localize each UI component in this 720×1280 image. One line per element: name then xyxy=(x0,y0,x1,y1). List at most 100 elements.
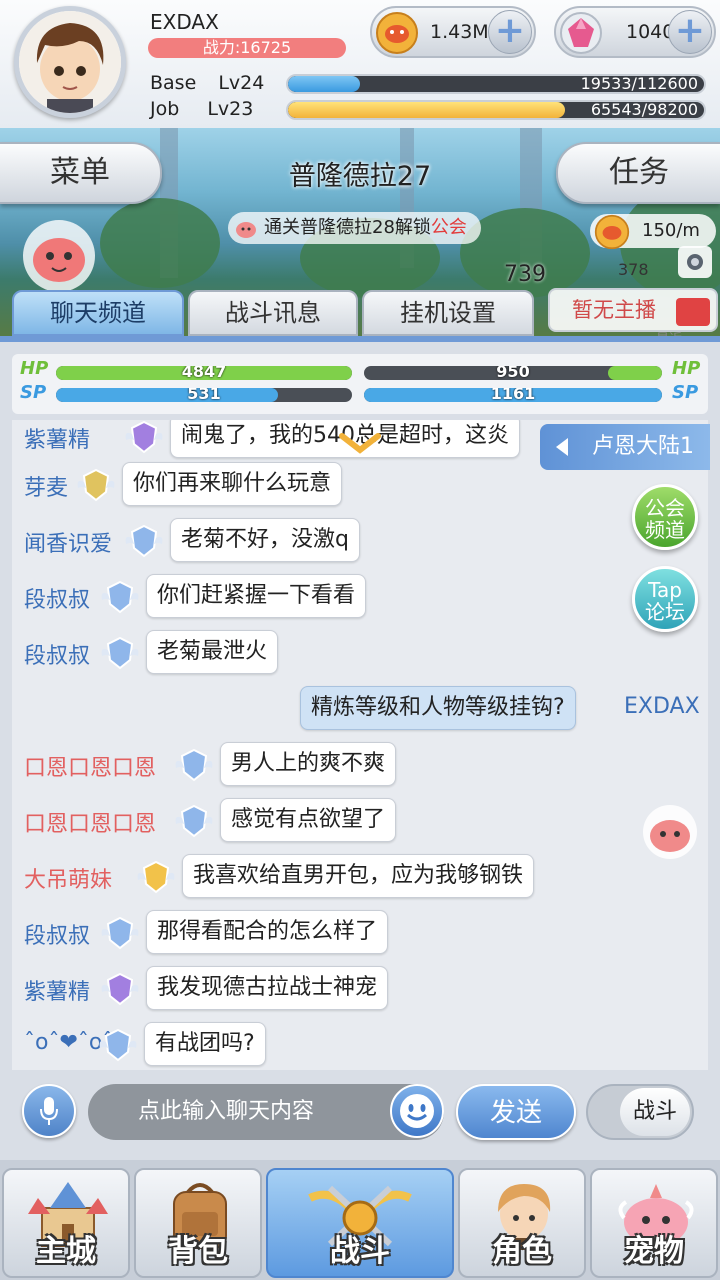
streamer-button[interactable]: 暂无主播 最近 xyxy=(548,288,718,338)
enemy-hp-value: 950 xyxy=(496,366,530,380)
add-coins-button[interactable]: + xyxy=(488,10,532,54)
base-exp-text: 19533/112600 xyxy=(580,74,698,93)
emoji-button[interactable] xyxy=(390,1084,444,1138)
job-label: Job xyxy=(150,98,180,120)
chat-message[interactable]: 段叔叔 你们赶紧握一下看看 xyxy=(24,574,696,618)
map-name: 普隆德拉27 xyxy=(288,161,432,192)
chat-sender-name[interactable]: 闻香识爱 xyxy=(24,526,112,558)
nav-pet[interactable]: 宠物 xyxy=(590,1168,718,1278)
chat-sender-name[interactable]: 口恩口恩口恩 xyxy=(24,806,156,838)
tab-chat[interactable]: 聊天频道 xyxy=(12,290,184,336)
vip-badge-icon xyxy=(77,468,115,502)
chat-sender-name[interactable]: 段叔叔 xyxy=(24,918,90,950)
kill-count: 739 xyxy=(504,262,546,287)
chat-message-text: 有战团吗? xyxy=(144,1022,266,1066)
floating-poring-icon[interactable] xyxy=(640,804,700,860)
chat-message[interactable]: 紫薯精 我发现德古拉战士神宠 xyxy=(24,966,696,1010)
send-button[interactable]: 发送 xyxy=(456,1084,576,1140)
vip-badge-icon xyxy=(137,860,175,894)
coin-icon xyxy=(594,214,630,250)
nav-character-label: 角色 xyxy=(492,1234,552,1269)
chat-sender-name[interactable]: 芽麦 xyxy=(24,470,68,502)
nav-main-city-label: 主城 xyxy=(36,1234,96,1269)
player-header: EXDAX 战力:16725 1.43M + 1040 + Base Lv24 … xyxy=(0,0,720,128)
player-hp-value: 4847 xyxy=(181,366,227,380)
menu-button[interactable]: 菜单 xyxy=(0,142,162,204)
coin-icon xyxy=(376,12,418,54)
nav-character[interactable]: 角色 xyxy=(458,1168,586,1278)
nav-backpack-label: 背包 xyxy=(168,1234,228,1269)
enemy-hp-bar: 950 xyxy=(364,366,662,380)
vip-badge-icon xyxy=(101,580,139,614)
task-button[interactable]: 任务 xyxy=(556,142,720,204)
player-sp-bar: 531 xyxy=(56,388,352,402)
chat-sender-name[interactable]: 段叔叔 xyxy=(24,582,90,614)
job-exp-bar: 65543/98200 xyxy=(286,100,706,120)
chat-message[interactable]: 段叔叔 老菊最泄火 xyxy=(24,630,696,674)
job-exp-fill xyxy=(288,102,566,118)
chat-sender-name[interactable]: 大吊萌妹 xyxy=(24,862,112,894)
chat-message[interactable]: 大吊萌妹 我喜欢给直男开包，应为我够钢铁 xyxy=(24,854,696,898)
chat-message-text: 我喜欢给直男开包，应为我够钢铁 xyxy=(182,854,535,898)
guild-channel-line2: 频道 xyxy=(645,518,685,542)
chat-message-text: 老菊不好，没激q xyxy=(170,518,360,562)
chat-sender-name[interactable]: 段叔叔 xyxy=(24,638,90,670)
battle-toggle[interactable]: 战斗 xyxy=(586,1084,694,1140)
chat-message-text: 感觉有点欲望了 xyxy=(220,798,397,842)
tap-forum-button[interactable]: Tap 论坛 xyxy=(632,566,698,632)
nav-backpack[interactable]: 背包 xyxy=(134,1168,262,1278)
guild-channel-button[interactable]: 公会 频道 xyxy=(632,484,698,550)
pet-poring-icon[interactable] xyxy=(14,214,104,294)
enemy-sp-bar: 1161 xyxy=(364,388,662,402)
nav-main-city[interactable]: 主城 xyxy=(2,1168,130,1278)
player-sp-value: 531 xyxy=(187,388,221,402)
unlock-hint: 通关普隆德拉28解锁公会 xyxy=(228,212,481,244)
chat-message[interactable]: 闻香识爱 老菊不好，没激q xyxy=(24,518,696,562)
party-status: HP SP 4847 531 950 1161 HP SP xyxy=(12,354,708,414)
sp-label-left: SP xyxy=(20,382,47,403)
base-label: Base xyxy=(150,72,197,94)
chat-list[interactable]: 紫薯精 闹鬼了，我的540总是超时，这炎 芽麦 你们再来聊什么玩意 闻香识爱 老菊不好，没… xyxy=(12,420,708,1070)
add-gems-button[interactable]: + xyxy=(668,10,712,54)
camera-icon[interactable] xyxy=(676,236,714,282)
chat-message[interactable]: 段叔叔 那得看配合的怎么样了 xyxy=(24,910,696,954)
tab-battle-log[interactable]: 战斗讯息 xyxy=(188,290,358,336)
hp-label-left: HP xyxy=(20,358,49,379)
nav-battle[interactable]: 战斗 xyxy=(266,1168,454,1278)
chat-sender-name[interactable]: 紫薯精 xyxy=(24,974,90,1006)
chat-message[interactable]: ˆoˆ❤ˆoˆ 有战团吗? xyxy=(24,1022,696,1066)
coin-amount: 1.43M xyxy=(430,21,489,43)
unlock-text: 通关普隆德拉28解锁 xyxy=(264,217,431,238)
tab-idle-settings[interactable]: 挂机设置 xyxy=(362,290,534,336)
gem-resource: 1040 + xyxy=(554,6,716,58)
chat-sender-name[interactable]: 紫薯精 xyxy=(24,422,90,454)
vip-badge-icon xyxy=(101,972,139,1006)
voice-button[interactable] xyxy=(22,1084,76,1138)
vip-badge-icon xyxy=(101,636,139,670)
chat-message[interactable]: 口恩口恩口恩 男人上的爽不爽 xyxy=(24,742,696,786)
vip-badge-icon xyxy=(175,748,213,782)
battle-toggle-label: 战斗 xyxy=(620,1088,690,1136)
server-name: 卢恩大陆1 xyxy=(592,434,694,459)
base-level-row: Base Lv24 xyxy=(150,72,264,94)
vip-badge-icon xyxy=(125,420,163,454)
chat-message-text: 你们赶紧握一下看看 xyxy=(146,574,367,618)
chevron-down-icon[interactable] xyxy=(338,432,382,456)
server-selector[interactable]: 卢恩大陆1 xyxy=(540,424,710,470)
chat-message-text: 老菊最泄火 xyxy=(146,630,279,674)
player-hp-bar: 4847 xyxy=(56,366,352,380)
chevron-left-icon xyxy=(556,438,568,456)
poring-icon xyxy=(236,222,256,238)
chat-message[interactable]: 口恩口恩口恩 感觉有点欲望了 xyxy=(24,798,696,842)
tap-forum-line2: 论坛 xyxy=(645,600,685,624)
player-avatar[interactable] xyxy=(14,6,126,118)
chat-sender-name[interactable]: 口恩口恩口恩 xyxy=(24,750,156,782)
base-exp-fill xyxy=(288,76,360,92)
vip-badge-icon xyxy=(175,804,213,838)
live-icon xyxy=(676,298,710,326)
battle-scene: 菜单 任务 普隆德拉27 通关普隆德拉28解锁公会 150/m 739 378 … xyxy=(0,128,720,338)
chat-sender-name[interactable]: EXDAX xyxy=(624,694,700,719)
tap-forum-line1: Tap xyxy=(648,578,682,602)
chat-message[interactable]: 精炼等级和人物等级挂钩? EXDAX xyxy=(24,686,700,730)
nav-pet-label: 宠物 xyxy=(624,1234,684,1269)
